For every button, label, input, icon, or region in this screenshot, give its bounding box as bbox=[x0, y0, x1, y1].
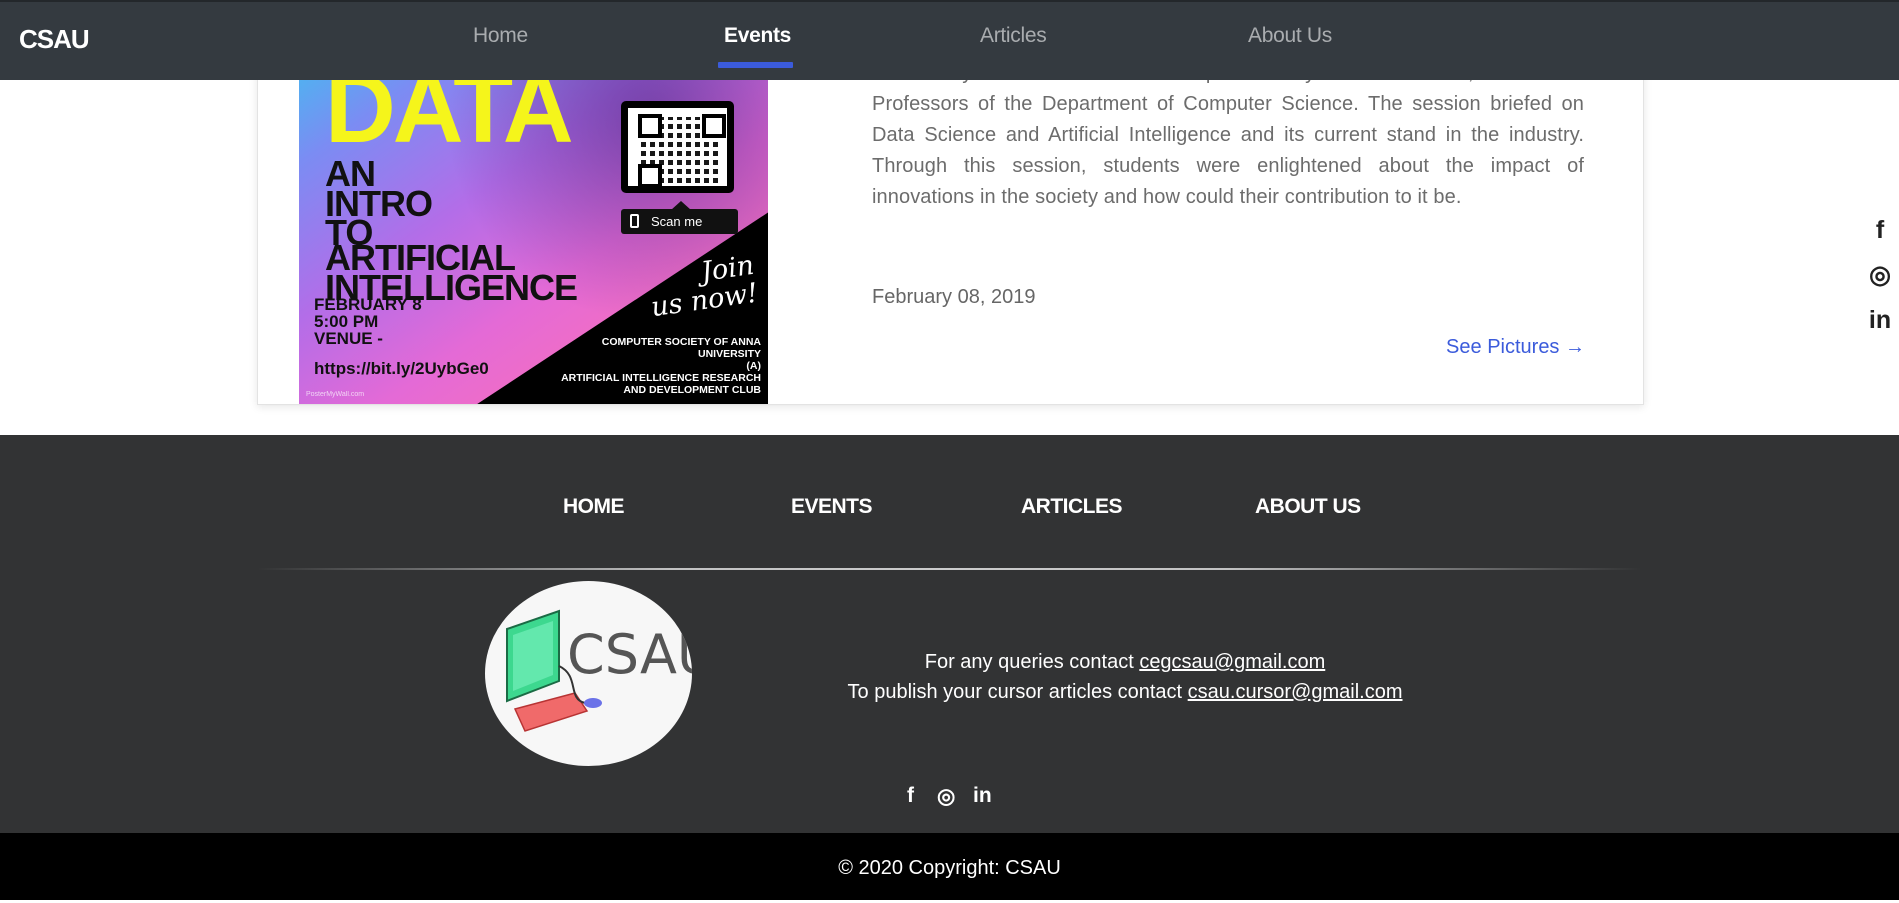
svg-text:CSAU: CSAU bbox=[567, 623, 692, 686]
nav-link-about-us[interactable]: About Us bbox=[1248, 24, 1332, 48]
instagram-icon[interactable]: ◎ bbox=[1865, 260, 1895, 290]
linkedin-icon[interactable]: in bbox=[1865, 305, 1895, 335]
footer-social-links: f ◎ in bbox=[902, 784, 1002, 814]
see-pictures-link[interactable]: See Pictures → bbox=[1446, 336, 1585, 359]
site-footer: HOME EVENTS ARTICLES ABOUT US CSAU For a… bbox=[0, 435, 1899, 833]
phone-icon bbox=[630, 214, 639, 228]
event-date: February 08, 2019 bbox=[872, 286, 1036, 308]
poster-intro: AN INTRO TO bbox=[325, 153, 433, 254]
poster-topic: ARTIFICIAL INTELLIGENCE bbox=[325, 237, 578, 308]
active-tab-indicator bbox=[718, 62, 793, 68]
instagram-icon[interactable]: ◎ bbox=[937, 784, 955, 809]
top-navbar: CSAU Home Events Articles About Us bbox=[0, 0, 1899, 80]
footer-link-about-us[interactable]: ABOUT US bbox=[1255, 495, 1361, 519]
articles-email-link[interactable]: csau.cursor@gmail.com bbox=[1188, 681, 1403, 703]
brand-logo-link[interactable]: CSAU bbox=[19, 24, 90, 55]
facebook-icon[interactable]: f bbox=[907, 784, 914, 808]
qr-code-icon bbox=[621, 101, 734, 193]
nav-link-home[interactable]: Home bbox=[473, 24, 528, 48]
floating-social-bar: f ◎ in bbox=[1865, 215, 1895, 350]
event-description: session by the name “Hello Data” preside… bbox=[872, 62, 1584, 208]
poster-scan-label: Scan me bbox=[621, 209, 738, 234]
contact-info: For any queries contact cegcsau@gmail.co… bbox=[780, 647, 1470, 707]
footer-link-home[interactable]: HOME bbox=[563, 495, 625, 519]
poster-organizer: COMPUTER SOCIETY OF ANNA UNIVERSITY (A) … bbox=[561, 336, 761, 397]
linkedin-icon[interactable]: in bbox=[973, 784, 992, 808]
queries-email-link[interactable]: cegcsau@gmail.com bbox=[1139, 651, 1325, 673]
footer-divider bbox=[257, 568, 1642, 570]
copyright-bar: © 2020 Copyright: CSAU bbox=[0, 833, 1899, 900]
poster-schedule: FEBRUARY 8 5:00 PM VENUE - bbox=[314, 295, 422, 348]
nav-link-articles[interactable]: Articles bbox=[980, 24, 1047, 48]
csau-logo: CSAU bbox=[485, 581, 692, 766]
nav-link-events[interactable]: Events bbox=[724, 24, 791, 48]
poster-watermark: PosterMyWall.com bbox=[306, 391, 365, 398]
footer-link-articles[interactable]: ARTICLES bbox=[1021, 495, 1123, 519]
facebook-icon[interactable]: f bbox=[1865, 215, 1895, 245]
contact-queries-line: For any queries contact cegcsau@gmail.co… bbox=[924, 651, 1326, 673]
poster-url: https://bit.ly/2UybGe0 bbox=[314, 359, 489, 378]
contact-articles-line: To publish your cursor articles contact … bbox=[847, 681, 1403, 703]
footer-link-events[interactable]: EVENTS bbox=[791, 495, 873, 519]
